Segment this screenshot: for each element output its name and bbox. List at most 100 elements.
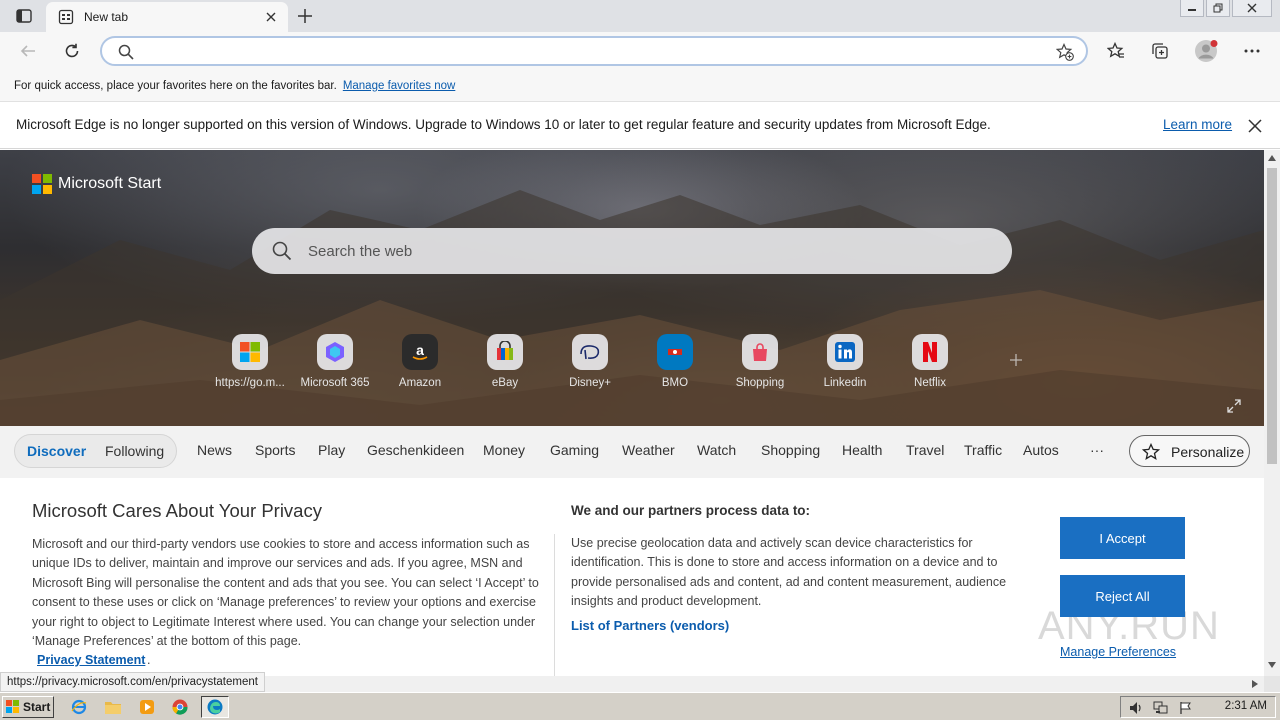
start-button[interactable]: Start bbox=[2, 696, 54, 718]
accept-button[interactable]: I Accept bbox=[1060, 517, 1185, 559]
personalize-button[interactable]: Personalize bbox=[1129, 435, 1250, 467]
bmo-icon bbox=[657, 334, 693, 370]
nav-gaming[interactable]: Gaming bbox=[550, 442, 599, 458]
chrome-taskbar-button[interactable] bbox=[169, 696, 191, 718]
microsoft-start-brand[interactable]: Microsoft Start bbox=[32, 174, 161, 194]
nav-more-button[interactable]: ··· bbox=[1090, 442, 1104, 458]
refresh-button[interactable] bbox=[58, 37, 86, 65]
microsoft365-icon bbox=[317, 334, 353, 370]
plus-icon bbox=[298, 9, 312, 23]
profile-button[interactable] bbox=[1192, 37, 1220, 65]
restore-button[interactable] bbox=[1206, 0, 1230, 17]
windows-taskbar: Start 2:31 AM bbox=[0, 692, 1280, 720]
close-icon bbox=[1247, 3, 1257, 13]
quick-link-label: Microsoft 365 bbox=[300, 377, 370, 389]
nav-news[interactable]: News bbox=[197, 442, 232, 458]
add-quick-link-icon[interactable] bbox=[1006, 350, 1026, 370]
title-bar: New tab bbox=[0, 0, 1280, 32]
address-bar[interactable] bbox=[100, 36, 1088, 66]
feed-navigation: Discover Following News Sports Play Gesc… bbox=[0, 426, 1264, 478]
volume-icon[interactable] bbox=[1129, 701, 1143, 715]
nav-shopping[interactable]: Shopping bbox=[761, 442, 820, 458]
hero-background: Microsoft Start Search the web https://g… bbox=[0, 150, 1264, 428]
dialog-divider bbox=[554, 534, 555, 676]
file-explorer-taskbar-button[interactable] bbox=[102, 696, 124, 718]
expand-background-icon[interactable] bbox=[1226, 398, 1242, 414]
favorites-button[interactable] bbox=[1102, 37, 1130, 65]
internet-explorer-icon bbox=[71, 699, 87, 715]
action-center-flag-icon[interactable] bbox=[1179, 701, 1193, 715]
nav-traffic[interactable]: Traffic bbox=[964, 442, 1002, 458]
partners-body-text: Use precise geolocation data and activel… bbox=[571, 536, 1007, 609]
quick-link-label: Disney+ bbox=[569, 377, 611, 389]
tab-title: New tab bbox=[84, 10, 129, 24]
tab-new-tab[interactable]: New tab bbox=[46, 2, 288, 32]
minimize-button[interactable] bbox=[1180, 0, 1204, 17]
nav-play[interactable]: Play bbox=[318, 442, 345, 458]
search-icon bbox=[118, 44, 134, 60]
web-search-box[interactable]: Search the web bbox=[252, 228, 1012, 274]
learn-more-link[interactable]: Learn more bbox=[1163, 117, 1232, 132]
quick-link-label: https://go.m... bbox=[215, 377, 285, 389]
brand-name: Microsoft Start bbox=[58, 175, 162, 192]
infobar-close-icon[interactable] bbox=[1247, 118, 1263, 134]
nav-watch[interactable]: Watch bbox=[697, 442, 736, 458]
search-icon bbox=[272, 241, 292, 261]
internet-explorer-taskbar-button[interactable] bbox=[68, 696, 90, 718]
scroll-up-arrow-icon[interactable] bbox=[1268, 155, 1276, 161]
add-favorite-icon[interactable] bbox=[1056, 43, 1074, 61]
nav-sports[interactable]: Sports bbox=[255, 442, 295, 458]
tab-actions-icon bbox=[16, 9, 32, 23]
nav-weather[interactable]: Weather bbox=[622, 442, 675, 458]
refresh-icon bbox=[65, 43, 79, 58]
tab-close-icon[interactable] bbox=[264, 10, 278, 24]
quick-link-netflix[interactable]: Netflix bbox=[887, 334, 973, 389]
disney-icon bbox=[572, 334, 608, 370]
nav-travel[interactable]: Travel bbox=[906, 442, 944, 458]
reject-all-button[interactable]: Reject All bbox=[1060, 575, 1185, 617]
svg-text:a: a bbox=[416, 342, 424, 358]
browser-toolbar bbox=[0, 32, 1280, 70]
tab-following[interactable]: Following bbox=[105, 443, 164, 459]
unsupported-windows-infobar: Microsoft Edge is no longer supported on… bbox=[0, 103, 1280, 149]
shopping-bag-icon bbox=[742, 334, 778, 370]
quick-link-shopping[interactable]: Shopping bbox=[717, 334, 803, 389]
network-icon[interactable] bbox=[1153, 701, 1169, 715]
quick-link-bmo[interactable]: BMO bbox=[632, 334, 718, 389]
nav-money[interactable]: Money bbox=[483, 442, 525, 458]
scroll-down-arrow-icon[interactable] bbox=[1268, 662, 1276, 668]
tab-actions-button[interactable] bbox=[8, 5, 40, 27]
close-window-button[interactable] bbox=[1232, 0, 1272, 17]
new-tab-button[interactable] bbox=[294, 5, 316, 27]
media-player-taskbar-button[interactable] bbox=[136, 696, 158, 718]
settings-more-button[interactable] bbox=[1238, 37, 1266, 65]
address-input[interactable] bbox=[142, 41, 1042, 61]
quick-link-ebay[interactable]: eBay bbox=[462, 334, 548, 389]
quick-link-label: Amazon bbox=[398, 377, 442, 389]
vertical-scrollbar[interactable] bbox=[1264, 150, 1280, 676]
scroll-right-arrow-icon[interactable] bbox=[1252, 680, 1258, 688]
nav-health[interactable]: Health bbox=[842, 442, 882, 458]
quick-link-disney-plus[interactable]: Disney+ bbox=[547, 334, 633, 389]
nav-autos[interactable]: Autos bbox=[1023, 442, 1059, 458]
scrollbar-corner bbox=[1264, 676, 1280, 692]
manage-preferences-link[interactable]: Manage Preferences bbox=[1060, 645, 1176, 659]
tab-discover[interactable]: Discover bbox=[27, 443, 86, 459]
back-button[interactable] bbox=[14, 37, 42, 65]
quick-link-amazon[interactable]: a Amazon bbox=[377, 334, 463, 389]
manage-favorites-link[interactable]: Manage favorites now bbox=[343, 80, 456, 92]
quick-link-linkedin[interactable]: Linkedin bbox=[802, 334, 888, 389]
window-controls bbox=[1180, 0, 1272, 18]
status-bar-url: https://privacy.microsoft.com/en/privacy… bbox=[0, 672, 265, 692]
list-of-partners-link[interactable]: List of Partners (vendors) bbox=[571, 618, 729, 633]
nav-geschenkideen[interactable]: Geschenkideen bbox=[367, 442, 464, 458]
vertical-scroll-thumb[interactable] bbox=[1267, 168, 1277, 464]
quick-link-go-microsoft[interactable]: https://go.m... bbox=[207, 334, 293, 389]
privacy-statement-link[interactable]: Privacy Statement bbox=[37, 653, 145, 667]
partners-title: We and our partners process data to: bbox=[571, 503, 811, 518]
windows-icon bbox=[232, 334, 268, 370]
collections-button[interactable] bbox=[1146, 37, 1174, 65]
edge-taskbar-button[interactable] bbox=[201, 696, 229, 718]
quick-link-microsoft-365[interactable]: Microsoft 365 bbox=[292, 334, 378, 389]
personalize-star-icon bbox=[1142, 443, 1160, 460]
